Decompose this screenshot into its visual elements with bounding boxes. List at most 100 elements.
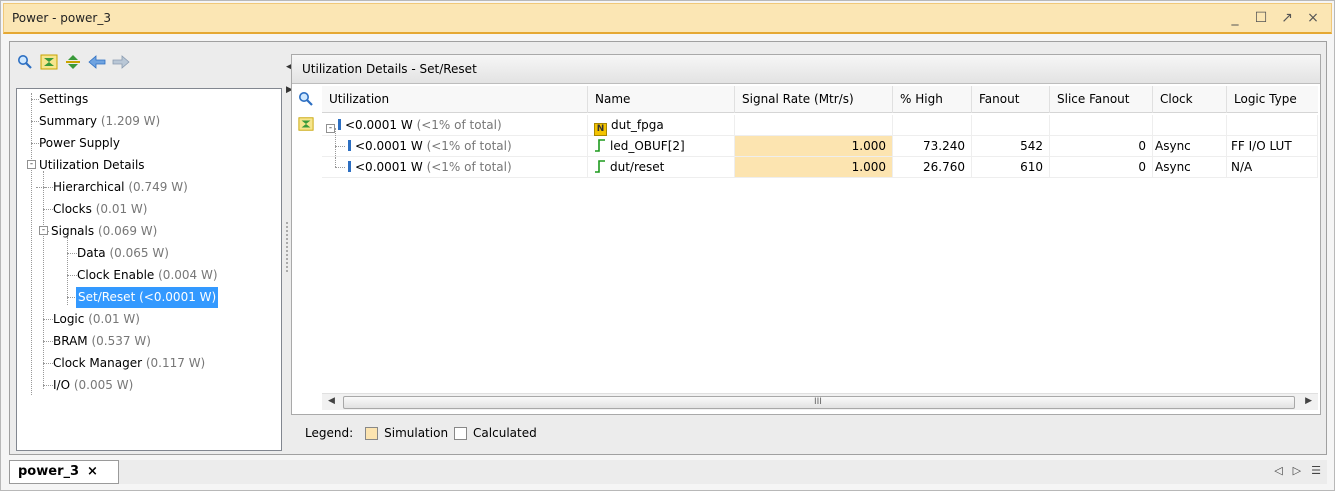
- high-cell: 73.240: [893, 136, 972, 157]
- search-icon[interactable]: [298, 91, 314, 110]
- clock-cell: Async: [1153, 157, 1227, 178]
- tree-item-value: (0.01 W): [88, 312, 140, 326]
- table-row[interactable]: - <0.0001 W (<1% of total) Ndut_fpga: [322, 115, 1318, 136]
- pane-splitter[interactable]: [286, 222, 289, 272]
- tree-item-signals[interactable]: Signals (0.069 W): [51, 221, 157, 242]
- tree-item-label: Set/Reset: [78, 290, 136, 304]
- tree-item-label: BRAM: [53, 334, 88, 348]
- column-header-slice-fanout[interactable]: Slice Fanout: [1050, 86, 1153, 113]
- tree-item-clocks[interactable]: Clocks (0.01 W): [53, 199, 147, 220]
- column-header-utilization[interactable]: Utilization: [322, 86, 588, 113]
- power-value: <0.0001 W: [355, 139, 423, 153]
- tree-item-value: (0.005 W): [73, 378, 134, 392]
- tree-item-data[interactable]: Data (0.065 W): [77, 243, 169, 264]
- column-header-logic-type[interactable]: Logic Type: [1227, 86, 1318, 113]
- utilization-cell: <0.0001 W (<1% of total): [322, 157, 588, 178]
- scrollbar-thumb[interactable]: III: [343, 396, 1295, 409]
- power-window: Power - power_3 _ ☐ ↗ × ◀ ▶ Settings Sum…: [0, 0, 1335, 491]
- tree-item-io[interactable]: I/O (0.005 W): [53, 375, 133, 396]
- next-tab-icon[interactable]: ▷: [1293, 464, 1301, 477]
- power-value: <0.0001 W: [355, 160, 423, 174]
- fanout-cell: [972, 115, 1050, 136]
- clock-cell: [1153, 115, 1227, 136]
- column-header-clock[interactable]: Clock: [1153, 86, 1227, 113]
- legend-label: Legend:: [305, 426, 354, 440]
- window-controls: _ ☐ ↗ ×: [1227, 9, 1321, 27]
- high-cell: 26.760: [893, 157, 972, 178]
- tree-item-utilization-details[interactable]: Utilization Details: [39, 155, 145, 176]
- legend: Legend: Simulation Calculated: [305, 426, 537, 440]
- signal-rate-cell: [735, 115, 893, 136]
- column-header-signal-rate[interactable]: Signal Rate (Mtr/s): [735, 86, 893, 113]
- scrollbar-grip: III: [814, 397, 822, 407]
- tree-item-label: Power Supply: [39, 136, 120, 150]
- close-tab-icon[interactable]: ×: [87, 464, 98, 479]
- column-header-high[interactable]: % High: [893, 86, 972, 113]
- name-cell: led_OBUF[2]: [588, 136, 735, 157]
- slice-fanout-cell: [1050, 115, 1153, 136]
- tree-item-bram[interactable]: BRAM (0.537 W): [53, 331, 151, 352]
- tree-item-hierarchical[interactable]: Hierarchical (0.749 W): [53, 177, 188, 198]
- scroll-right-icon[interactable]: ▶: [1305, 396, 1312, 406]
- tree-item-value: (0.004 W): [158, 268, 218, 282]
- tree-item-label: Data: [77, 246, 106, 260]
- signal-rate-cell: 1.000: [735, 157, 893, 178]
- close-button[interactable]: ×: [1305, 9, 1321, 27]
- collapse-all-icon[interactable]: [298, 116, 314, 135]
- panel-title: Utilization Details - Set/Reset: [302, 62, 477, 76]
- name-cell: Ndut_fpga: [588, 115, 735, 136]
- tree-item-label: I/O: [53, 378, 71, 392]
- tab-power-3[interactable]: power_3 ×: [9, 460, 119, 484]
- tree-item-power-supply[interactable]: Power Supply: [39, 133, 120, 154]
- tree-item-value: (0.069 W): [97, 224, 158, 238]
- table-row[interactable]: <0.0001 W (<1% of total) dut/reset 1.000…: [322, 157, 1318, 178]
- search-icon[interactable]: [16, 53, 34, 71]
- legend-calculated: Calculated: [473, 426, 537, 440]
- float-button[interactable]: ↗: [1279, 9, 1295, 27]
- table-row[interactable]: <0.0001 W (<1% of total) led_OBUF[2] 1.0…: [322, 128, 1318, 158]
- power-percentage: (<1% of total): [426, 160, 512, 174]
- tree-item-settings[interactable]: Settings: [39, 89, 88, 110]
- tree-item-label: Signals: [51, 224, 95, 238]
- forward-icon[interactable]: [112, 53, 130, 71]
- power-value: <0.0001 W: [345, 118, 413, 132]
- collapse-all-icon[interactable]: [40, 53, 58, 71]
- previous-tab-icon[interactable]: ◁: [1274, 464, 1282, 477]
- tree-item-logic[interactable]: Logic (0.01 W): [53, 309, 140, 330]
- expand-all-icon[interactable]: [64, 53, 82, 71]
- document-tab-bar: power_3 × ◁ ▷ ☰: [9, 460, 1327, 484]
- legend-simulation: Simulation: [384, 426, 449, 440]
- collapse-toggle-icon[interactable]: -: [326, 124, 335, 133]
- power-bar-icon: [348, 140, 351, 151]
- tree-item-clock-enable[interactable]: Clock Enable (0.004 W): [77, 265, 218, 286]
- column-header-fanout[interactable]: Fanout: [972, 86, 1050, 113]
- tab-list-icon[interactable]: ☰: [1311, 464, 1321, 477]
- scroll-left-icon[interactable]: ◀: [328, 396, 335, 406]
- slice-fanout-cell: 0: [1050, 157, 1153, 178]
- row-name: dut_fpga: [611, 118, 664, 132]
- tree-item-label: Summary: [39, 114, 97, 128]
- slice-fanout-cell: 0: [1050, 136, 1153, 157]
- horizontal-scrollbar[interactable]: ◀ III ▶: [322, 393, 1318, 410]
- grid-side-toolbar: [298, 91, 314, 135]
- utilization-tree: Settings Summary (1.209 W) Power Supply …: [16, 88, 282, 451]
- tree-item-clock-manager[interactable]: Clock Manager (0.117 W): [53, 353, 205, 374]
- tab-label: power_3: [18, 464, 80, 479]
- column-header-name[interactable]: Name: [588, 86, 735, 113]
- tree-item-label: Hierarchical: [53, 180, 125, 194]
- minimize-button[interactable]: _: [1227, 9, 1243, 27]
- power-bar-icon: [348, 161, 351, 172]
- maximize-button[interactable]: ☐: [1253, 9, 1269, 27]
- tree-item-label: Logic: [53, 312, 85, 326]
- power-percentage: (<1% of total): [416, 118, 502, 132]
- collapse-toggle-icon[interactable]: -: [27, 160, 36, 169]
- window-title: Power - power_3: [12, 11, 111, 25]
- collapse-toggle-icon[interactable]: -: [39, 226, 48, 235]
- tree-item-label: Clocks: [53, 202, 92, 216]
- back-icon[interactable]: [88, 53, 106, 71]
- tree-item-summary[interactable]: Summary (1.209 W): [39, 111, 160, 132]
- tree-item-label: Settings: [39, 92, 89, 106]
- tree-item-set-reset[interactable]: Set/Reset (<0.0001 W): [76, 287, 219, 308]
- title-bar[interactable]: Power - power_3 _ ☐ ↗ ×: [3, 3, 1332, 34]
- panel-header: Utilization Details - Set/Reset: [292, 55, 1320, 84]
